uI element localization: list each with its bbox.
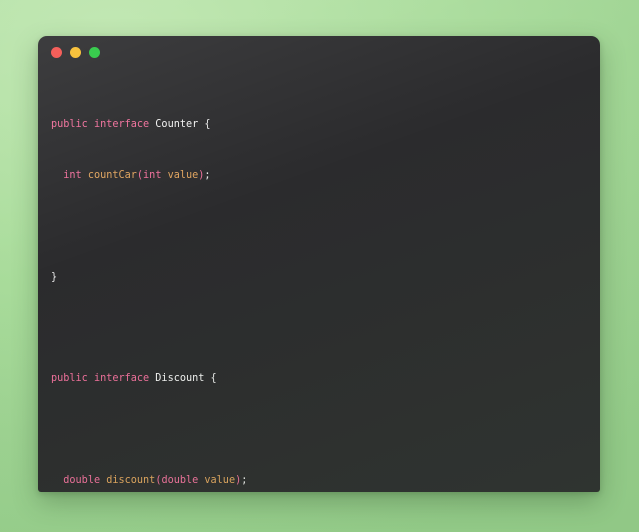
code-line: public interface Counter { [51,119,600,132]
keyword-interface: interface [93,119,150,131]
keyword-double: double [63,474,101,486]
function-countcar: countCar [87,169,137,181]
code-line: int countCar(int value); [51,170,600,183]
param-value: value [204,474,236,486]
param-value: value [167,169,199,181]
code-line: } [51,272,600,285]
keyword-interface: interface [93,373,150,385]
semicolon: ; [204,169,211,181]
keyword-public: public [51,373,88,385]
minimize-button[interactable] [70,46,81,58]
type-counter: Counter [155,119,199,131]
keyword-int: int [63,169,82,181]
code-block[interactable]: public interface Counter { int countCar(… [38,68,600,492]
type-discount: Discount [155,373,205,385]
semicolon: ; [241,474,248,486]
keyword-public: public [51,119,88,131]
code-line: public interface Discount { [51,373,600,386]
code-line: double discount(double value); [51,475,600,488]
brace-open: { [210,373,217,385]
brace-close: } [51,271,58,283]
keyword-double: double [161,474,199,486]
keyword-int: int [143,169,162,181]
code-editor-window: public interface Counter { int countCar(… [38,36,600,492]
desktop-background: public interface Counter { int countCar(… [0,0,639,532]
close-button[interactable] [51,46,62,58]
brace-open: { [204,119,211,131]
window-titlebar[interactable] [38,36,600,68]
maximize-button[interactable] [89,46,100,58]
function-discount: discount [106,474,156,486]
